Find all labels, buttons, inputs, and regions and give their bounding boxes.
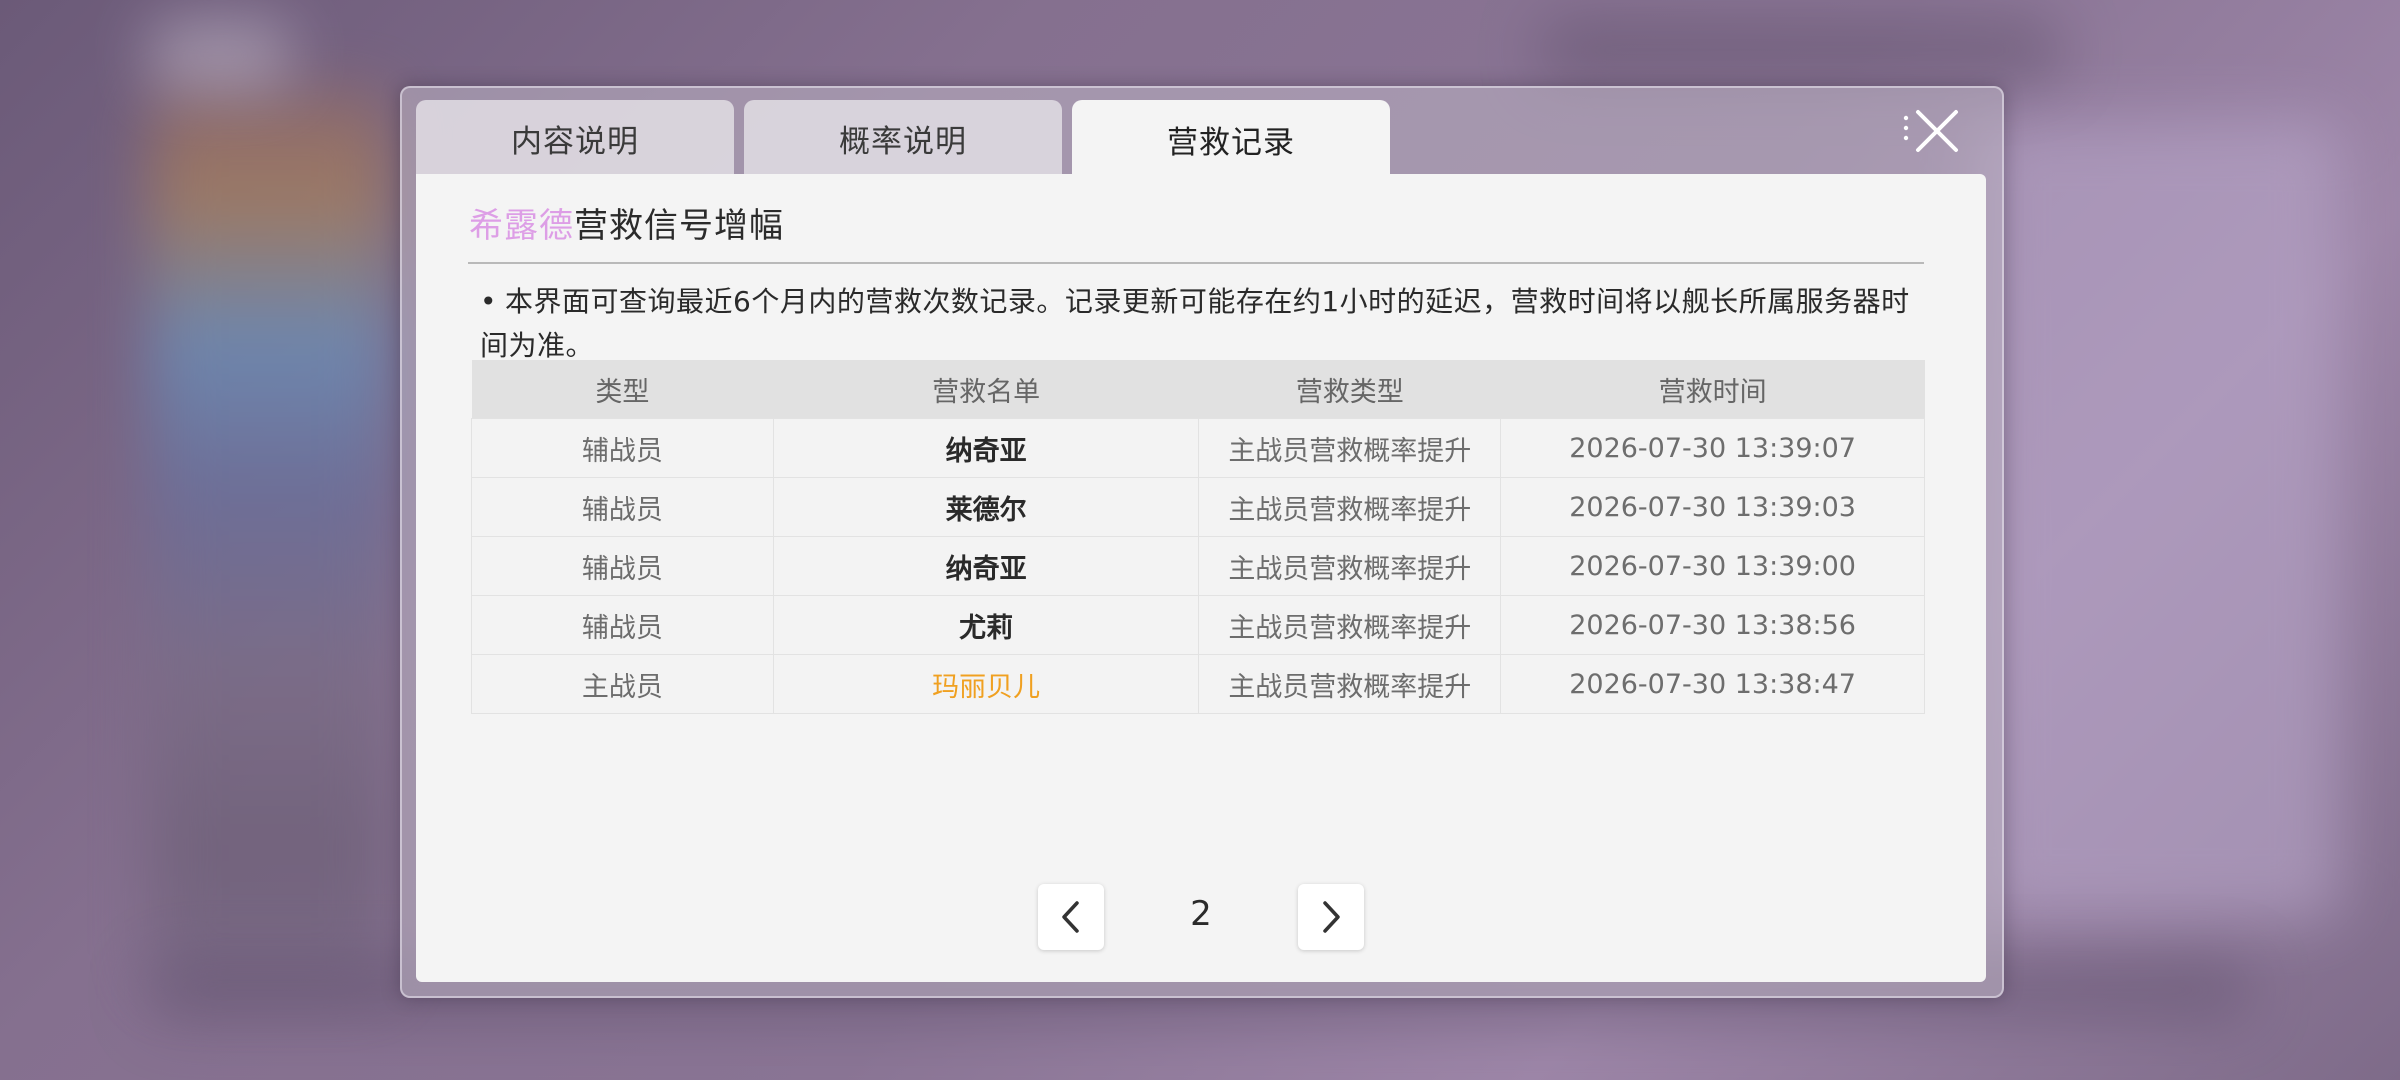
- rescue-dialog: 内容说明 概率说明 营救记录 希露德营救信号增幅 • 本界面可查询最近6个月内的营…: [400, 86, 2004, 998]
- cell-type: 辅战员: [471, 595, 774, 655]
- cell-rescue-type: 主战员营救概率提升: [1198, 418, 1502, 478]
- cell-name: 纳奇亚: [772, 418, 1200, 478]
- column-header-type: 类型: [471, 360, 774, 419]
- game-screen: 内容说明 概率说明 营救记录 希露德营救信号增幅 • 本界面可查询最近6个月内的营…: [0, 0, 2400, 1080]
- prev-page-button[interactable]: [1038, 884, 1104, 950]
- chevron-left-icon: [1062, 901, 1079, 933]
- table-row: 辅战员 纳奇亚 主战员营救概率提升 2026-07-30 13:39:00: [471, 536, 1925, 596]
- records-table: 类型 营救名单 营救类型 营救时间 辅战员 纳奇亚 主战员营救概率提升 2026…: [471, 360, 1925, 714]
- close-icon: [1903, 110, 1958, 152]
- tab-label: 概率说明: [839, 123, 967, 160]
- close-button[interactable]: [1898, 104, 1968, 164]
- cell-name: 莱德尔: [772, 477, 1200, 537]
- background-blur: [1980, 120, 2340, 920]
- notice-text: 本界面可查询最近6个月内的营救次数记录。记录更新可能存在约1小时的延迟，营救时间…: [480, 285, 1910, 362]
- table-header-row: 类型 营救名单 营救类型 营救时间: [471, 360, 1925, 419]
- tab-rescue-records[interactable]: 营救记录: [1072, 100, 1390, 178]
- panel-title: 希露德营救信号增幅: [469, 198, 784, 247]
- cell-name: 纳奇亚: [772, 536, 1200, 596]
- cell-type: 辅战员: [471, 536, 774, 596]
- table-row: 主战员 玛丽贝儿 主战员营救概率提升 2026-07-30 13:38:47: [471, 654, 1925, 714]
- cell-time: 2026-07-30 13:38:56: [1500, 595, 1925, 655]
- cell-type: 辅战员: [471, 477, 774, 537]
- current-page-number: 2: [1190, 894, 1212, 934]
- cell-time: 2026-07-30 13:39:07: [1500, 418, 1925, 478]
- cell-rescue-type: 主战员营救概率提升: [1198, 536, 1502, 596]
- column-header-name: 营救名单: [773, 360, 1199, 419]
- cell-time: 2026-07-30 13:38:47: [1500, 654, 1925, 714]
- cell-name: 尤莉: [772, 595, 1200, 655]
- records-panel: 希露德营救信号增幅 • 本界面可查询最近6个月内的营救次数记录。记录更新可能存在约…: [416, 174, 1986, 982]
- tab-content-description[interactable]: 内容说明: [416, 100, 734, 176]
- chevron-right-icon: [1323, 901, 1340, 933]
- tab-label: 营救记录: [1167, 124, 1295, 161]
- next-page-button[interactable]: [1298, 884, 1364, 950]
- bullet-icon: •: [480, 285, 498, 318]
- table-row: 辅战员 尤莉 主战员营救概率提升 2026-07-30 13:38:56: [471, 595, 1925, 655]
- table-row: 辅战员 莱德尔 主战员营救概率提升 2026-07-30 13:39:03: [471, 477, 1925, 537]
- cell-rescue-type: 主战员营救概率提升: [1198, 595, 1502, 655]
- tab-probability-description[interactable]: 概率说明: [744, 100, 1062, 176]
- cell-time: 2026-07-30 13:39:03: [1500, 477, 1925, 537]
- records-notice: • 本界面可查询最近6个月内的营救次数记录。记录更新可能存在约1小时的延迟，营救时…: [480, 280, 1920, 368]
- cell-type: 主战员: [471, 654, 774, 714]
- cell-name-highlighted: 玛丽贝儿: [772, 654, 1200, 714]
- tab-label: 内容说明: [511, 123, 639, 160]
- background-blur: [150, 20, 290, 90]
- column-header-rescue-type: 营救类型: [1198, 360, 1501, 419]
- cell-rescue-type: 主战员营救概率提升: [1198, 477, 1502, 537]
- title-divider: [468, 262, 1924, 264]
- cell-type: 辅战员: [471, 418, 774, 478]
- title-character-name: 希露德: [469, 206, 574, 246]
- column-header-time: 营救时间: [1500, 360, 1925, 419]
- cell-time: 2026-07-30 13:39:00: [1500, 536, 1925, 596]
- background-blur: [1540, 20, 2060, 80]
- table-row: 辅战员 纳奇亚 主战员营救概率提升 2026-07-30 13:39:07: [471, 418, 1925, 478]
- background-blur: [150, 90, 390, 990]
- pagination: 2: [416, 884, 1986, 954]
- title-event-name: 营救信号增幅: [574, 206, 784, 246]
- cell-rescue-type: 主战员营救概率提升: [1198, 654, 1502, 714]
